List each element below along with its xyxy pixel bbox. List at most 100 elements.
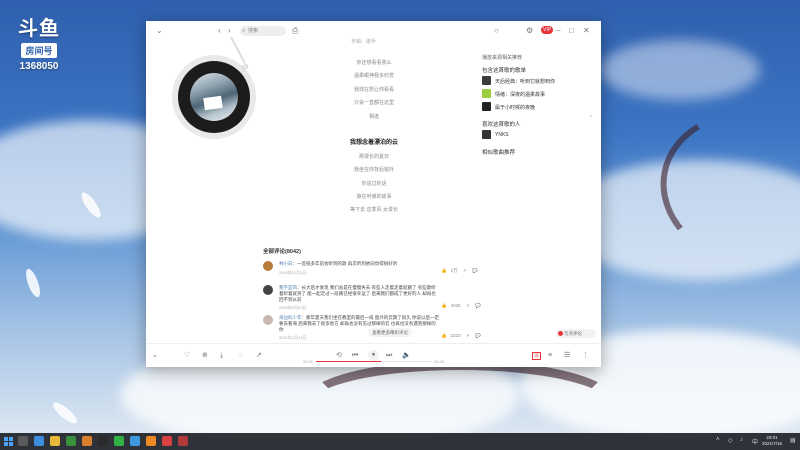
comment-user[interactable]: 海边的少年 [279, 315, 302, 320]
lyric-line[interactable]: 谁在听谁的故事 [326, 191, 422, 204]
comment-time: 2020年5月20日 [279, 305, 307, 310]
terminal-icon[interactable] [98, 436, 108, 446]
mic-icon[interactable]: ⎙ [292, 26, 298, 36]
ime-icon[interactable]: 中 [752, 437, 758, 446]
like-icon[interactable]: 👍 [441, 333, 447, 338]
lyric-line[interactable]: 那漫长的夏日 [326, 151, 422, 164]
comment-avatar[interactable] [263, 315, 273, 325]
back-arrow-icon[interactable]: ‹ [218, 26, 221, 36]
windows-start-icon[interactable] [4, 437, 13, 446]
lyric-line[interactable] [326, 124, 422, 137]
playlist-item[interactable]: 天后经典：听到它就想到你 [482, 76, 594, 86]
music-player-window: ⌄ ‹ › ⌕ 搜索 ⎙ ○ ⚙ VIP – □ ✕ 专辑：歌手 你还想看看我么… [146, 21, 601, 367]
comment-actions: 👍 4025 ↗ 💬 [441, 303, 485, 309]
search-icon: ⌕ [242, 28, 246, 34]
search-input[interactable]: ⌕ 搜索 [240, 26, 286, 36]
comment-body: 林小白：一首很多年前会听到的歌 再次听到依旧觉得很好听 [279, 261, 398, 266]
equalizer-icon[interactable]: ≡ [548, 352, 552, 360]
tab-source[interactable]: 播放来源 [482, 54, 502, 61]
playlist-item[interactable]: 属于小时候的夜晚 [482, 102, 594, 112]
previous-icon[interactable]: ⏮ [352, 352, 358, 360]
edge-icon[interactable] [34, 436, 44, 446]
chevron-right-icon[interactable]: › [590, 114, 592, 120]
volume-tray-icon[interactable]: ♪ [740, 437, 743, 443]
lyric-line[interactable]: 你还想看看我么 [326, 57, 422, 70]
maximize-icon[interactable]: □ [569, 26, 574, 36]
lyric-line[interactable]: 我坐在你背后窗外 [326, 164, 422, 177]
lyric-line[interactable]: 你说过的话 [326, 178, 422, 191]
like-count: 2233 [450, 333, 461, 338]
settings-gear-icon[interactable]: ⚙ [526, 26, 533, 36]
liker-avatar [482, 130, 491, 139]
playlist-thumb [482, 76, 491, 85]
pause-button[interactable]: ⏸ [368, 350, 379, 361]
share-icon[interactable]: ↗ [466, 333, 470, 338]
forward-arrow-icon[interactable]: › [228, 26, 231, 36]
vip-badge[interactable]: VIP [541, 26, 554, 34]
reply-icon[interactable]: 💬 [475, 333, 481, 338]
next-icon[interactable]: ⏭ [386, 352, 392, 360]
file-explorer-icon[interactable] [50, 436, 60, 446]
comment-user[interactable]: 我不是风 [279, 285, 297, 290]
lyric-line[interactable]: 我现在想让你看看 [326, 84, 422, 97]
pause-icon: ⏸ [371, 352, 375, 358]
playlist-item[interactable]: 情绪：深夜的温柔故事 [482, 89, 594, 99]
menu-icon[interactable]: ⋮ [582, 352, 589, 360]
reply-icon[interactable]: 💬 [475, 303, 481, 308]
cloud [600, 40, 760, 100]
app-icon[interactable] [130, 436, 140, 446]
lyric-line[interactable]: 相逢 [326, 111, 422, 124]
lyric-line-current[interactable]: 我想念着漂泊的云 [326, 137, 422, 150]
network-icon[interactable]: ◇ [728, 437, 733, 444]
tab-recommend[interactable]: 相关推荐 [502, 54, 522, 61]
download-icon[interactable]: ⤓ [220, 352, 223, 360]
progress-bar[interactable] [316, 361, 432, 362]
comment-avatar[interactable] [263, 261, 273, 271]
song-meta: 专辑：歌手 [351, 39, 377, 45]
comment-user[interactable]: 林小白 [279, 261, 293, 266]
wechat-icon[interactable] [114, 436, 124, 446]
user-avatar-icon[interactable]: ○ [494, 26, 499, 36]
comment-avatar[interactable] [263, 285, 273, 295]
share-icon[interactable]: ↗ [466, 303, 470, 308]
playlist-icon[interactable]: ☰ [564, 352, 570, 360]
system-clock[interactable]: 23:01 2021/7/16 [762, 435, 782, 447]
app-icon[interactable] [82, 436, 92, 446]
lyrics-toggle-button[interactable]: 词 [532, 352, 541, 360]
collect-icon[interactable]: ⊕ [202, 352, 208, 360]
comment-text: 那年夏天我们坐在教室的最后一排 窗外的云飘了很久 你说以后一定要去看海 后来我去… [279, 315, 439, 332]
collapse-chevron-icon[interactable]: ⌄ [156, 26, 163, 36]
liker-item[interactable]: YNKS [482, 130, 594, 140]
collapse-chevron-icon[interactable]: ⌄ [152, 352, 158, 360]
cover-card [203, 95, 223, 111]
notification-icon[interactable]: ▤ [790, 437, 796, 444]
time-current: 02:31 [303, 359, 314, 364]
more-comments-button[interactable]: 查看更多精彩评论 [368, 328, 412, 337]
app-icon[interactable] [178, 436, 188, 446]
share-icon[interactable]: ↗ [463, 268, 467, 273]
lyric-line[interactable]: 温柔眼神我多欣赏 [326, 70, 422, 83]
loop-icon[interactable]: ⟲ [336, 352, 342, 360]
reply-icon[interactable]: 💬 [472, 268, 478, 273]
comment-text: 长大后才发现 我们总是在慢慢失去 有些人走着走着就散了 有些歌听着听着就哭了 能… [279, 285, 436, 302]
progress-fill [316, 361, 381, 362]
comment-icon[interactable]: ◌ [238, 352, 242, 360]
tray-arrow-icon[interactable]: ˄ [716, 437, 720, 443]
like-icon[interactable]: 👍 [441, 268, 447, 273]
comment-actions: 👍 1万 ↗ 💬 [441, 268, 482, 274]
minimize-icon[interactable]: – [556, 26, 560, 36]
heart-icon[interactable]: ♡ [184, 352, 190, 360]
close-icon[interactable]: ✕ [583, 26, 590, 36]
chrome-icon[interactable] [66, 436, 76, 446]
lyric-line[interactable]: 只会一直都在这里 [326, 97, 422, 110]
write-comment-button[interactable]: 写点评论 [556, 329, 596, 338]
douyu-icon[interactable] [146, 436, 156, 446]
search-taskbar-icon[interactable] [18, 436, 28, 446]
like-icon[interactable]: 👍 [441, 303, 447, 308]
room-label: 房间号 [21, 43, 57, 58]
share-icon[interactable]: ↗ [256, 352, 262, 360]
netease-music-icon[interactable] [162, 436, 172, 446]
lyric-line[interactable]: 等下去 这季风 太漫长 [326, 204, 422, 217]
volume-icon[interactable]: 🔈 [402, 352, 411, 360]
playlist-thumb [482, 89, 491, 98]
